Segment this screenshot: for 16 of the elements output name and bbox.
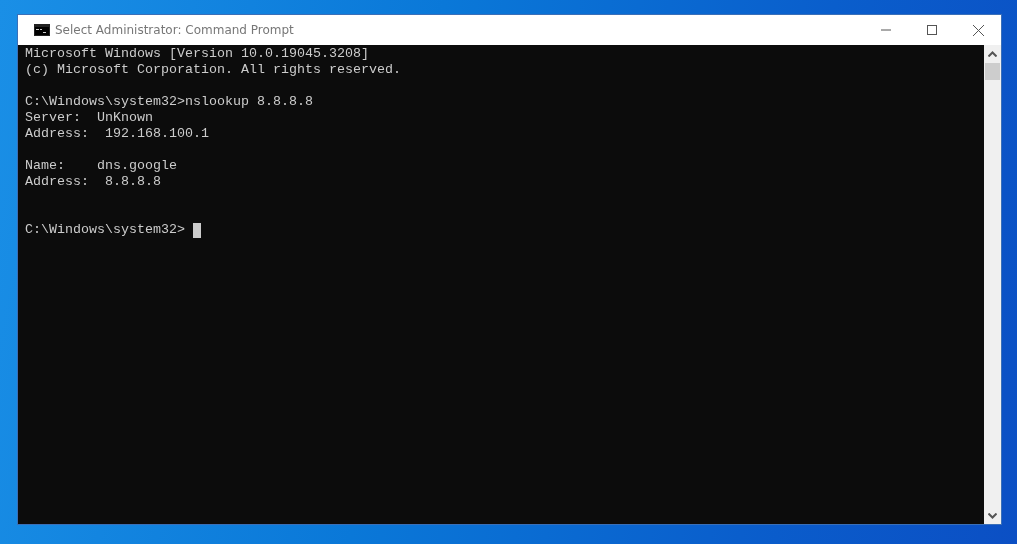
console-line: Server: UnKnown — [25, 110, 154, 126]
command-prompt: C:\Windows\system32> — [25, 222, 185, 238]
console-line: C:\Windows\system32>nslookup 8.8.8.8 — [25, 94, 314, 110]
console-line: Name: dns.google — [25, 158, 178, 174]
scrollbar-thumb[interactable] — [985, 63, 1000, 80]
maximize-icon[interactable] — [927, 25, 937, 35]
scrollbar[interactable] — [984, 45, 1001, 524]
close-icon[interactable] — [972, 24, 984, 36]
window-title: Select Administrator: Command Prompt — [55, 23, 295, 37]
scroll-down-icon[interactable] — [988, 513, 997, 519]
console-line: Address: 192.168.100.1 — [25, 126, 210, 142]
scroll-up-icon[interactable] — [988, 51, 997, 57]
console-line: (c) Microsoft Corporation. All rights reserved. — [25, 62, 402, 78]
console-icon — [34, 24, 50, 36]
console-line: Microsoft Windows [Version 10.0.19045.3208] — [25, 46, 370, 62]
console-line: Address: 8.8.8.8 — [25, 174, 162, 190]
